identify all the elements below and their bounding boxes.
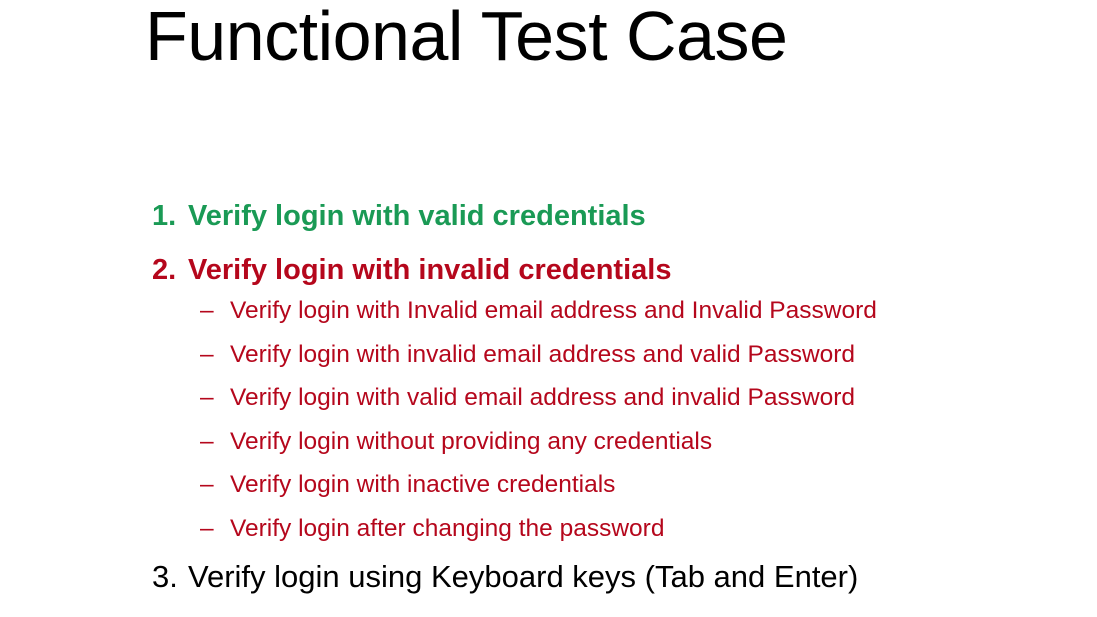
sub-item-text: Verify login after changing the password: [230, 514, 665, 542]
item-number: 3.: [152, 559, 178, 594]
dash-bullet: –: [200, 297, 214, 324]
sub-item: – Verify login without providing any cre…: [152, 427, 1097, 471]
test-case-list: 1. Verify login with valid credentials 2…: [152, 198, 1097, 596]
item-number: 2.: [152, 254, 177, 286]
sub-item: – Verify login with valid email address …: [152, 383, 1097, 427]
dash-bullet: –: [200, 514, 214, 542]
item-text: Verify login with invalid credentials: [188, 254, 672, 286]
sub-item-text: Verify login with Invalid email address …: [230, 297, 877, 324]
dash-bullet: –: [200, 340, 214, 368]
slide: Functional Test Case 1. Verify login wit…: [0, 0, 1097, 617]
dash-bullet: –: [200, 471, 214, 498]
item-text: Verify login using Keyboard keys (Tab an…: [188, 559, 859, 594]
sub-item-text: Verify login with invalid email address …: [230, 340, 856, 368]
sub-item-text: Verify login without providing any crede…: [230, 427, 713, 455]
invalid-credentials-sub-list: – Verify login with Invalid email addres…: [152, 296, 1097, 557]
sub-item: – Verify login after changing the passwo…: [152, 514, 1097, 558]
test-case-item-valid-credentials: 1. Verify login with valid credentials: [152, 198, 1097, 252]
item-number: 1.: [152, 200, 177, 232]
sub-item: – Verify login with inactive credentials: [152, 470, 1097, 514]
sub-item: – Verify login with invalid email addres…: [152, 340, 1097, 384]
test-case-item-keyboard-keys: 3. Verify login using Keyboard keys (Tab…: [152, 558, 1097, 596]
sub-item-text: Verify login with inactive credentials: [230, 471, 616, 498]
dash-bullet: –: [200, 427, 214, 455]
item-text: Verify login with valid credentials: [188, 200, 646, 232]
sub-item: – Verify login with Invalid email addres…: [152, 296, 1097, 340]
slide-title: Functional Test Case: [145, 0, 788, 75]
dash-bullet: –: [200, 384, 214, 411]
sub-item-text: Verify login with valid email address an…: [230, 384, 856, 411]
